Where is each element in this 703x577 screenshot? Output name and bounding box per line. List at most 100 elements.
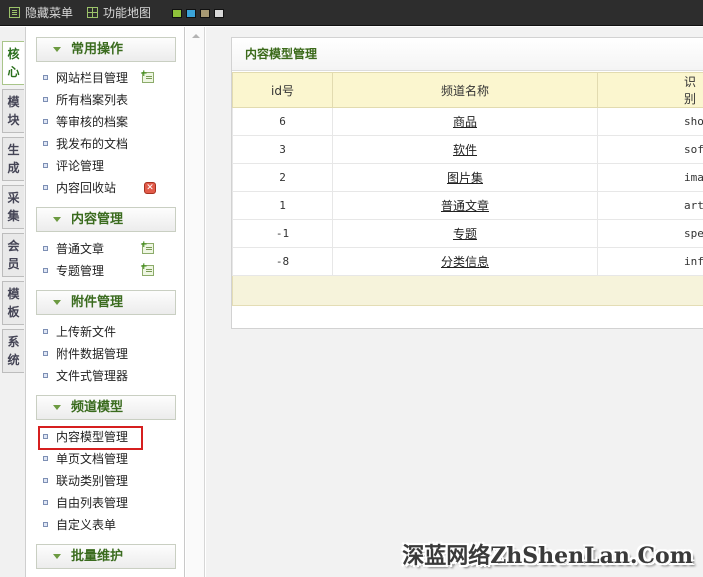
tab-system[interactable]: 系统: [2, 329, 24, 373]
sitemap-icon: [87, 7, 98, 18]
panel-title: 内容模型管理: [232, 38, 703, 71]
cell-channel-name: 普通文章: [332, 191, 598, 220]
cell-id: 3: [232, 135, 333, 164]
column-header-identifier: 识别: [597, 72, 703, 108]
column-header-id: id号: [232, 72, 333, 108]
section-channel-models[interactable]: 频道模型: [36, 395, 176, 420]
add-document-icon[interactable]: [140, 70, 154, 83]
theme-swatch-blue[interactable]: [186, 9, 196, 18]
cell-id: 2: [232, 163, 333, 192]
cell-channel-name: 图片集: [332, 163, 598, 192]
tab-collect[interactable]: 采集: [2, 185, 24, 229]
menu-item-pending-archives[interactable]: 等审核的档案: [43, 112, 128, 132]
tab-modules[interactable]: 模块: [2, 89, 24, 133]
bullet-icon: [43, 163, 48, 168]
chevron-down-icon: [53, 217, 61, 222]
cell-identifier: image: [597, 163, 703, 192]
tab-core[interactable]: 核心: [2, 41, 24, 85]
tab-members[interactable]: 会员: [2, 233, 24, 277]
menu-item-upload-file[interactable]: 上传新文件: [43, 322, 116, 342]
menu-item-articles[interactable]: 普通文章: [43, 239, 104, 259]
cell-id: -8: [232, 247, 333, 276]
table-footer-row: [232, 275, 703, 306]
theme-swatch-green[interactable]: [172, 9, 182, 18]
table-row: 6 商品 shop: [232, 107, 703, 136]
section-attachments[interactable]: 附件管理: [36, 290, 176, 315]
frame-splitter[interactable]: [186, 27, 205, 577]
menu-item-label: 我发布的文档: [56, 137, 129, 151]
cell-identifier: info: [597, 247, 703, 276]
section-common-ops[interactable]: 常用操作: [36, 37, 176, 62]
menu-item-label: 自由列表管理: [56, 496, 129, 510]
menu-item-attachment-data[interactable]: 附件数据管理: [43, 344, 128, 364]
sitemap-label: 功能地图: [103, 6, 152, 20]
cell-channel-name: 软件: [332, 135, 598, 164]
hide-menu-icon: [9, 7, 20, 18]
column-header-channel-name: 频道名称: [332, 72, 598, 108]
menu-item-comments[interactable]: 评论管理: [43, 156, 104, 176]
tab-templates[interactable]: 模板: [2, 281, 24, 325]
menu-item-file-manager[interactable]: 文件式管理器: [43, 366, 128, 386]
bullet-icon: [43, 351, 48, 356]
chevron-down-icon: [53, 405, 61, 410]
channel-name-link[interactable]: 分类信息: [441, 255, 489, 269]
empty-recycle-icon[interactable]: ✕: [144, 182, 156, 194]
cell-identifier: spec: [597, 219, 703, 248]
menu-item-specials[interactable]: 专题管理: [43, 261, 104, 281]
chevron-down-icon: [53, 47, 61, 52]
menu-item-single-pages[interactable]: 单页文档管理: [43, 449, 128, 469]
table-footer: [232, 275, 703, 306]
watermark: 深蓝网络ZhShenLan.Com: [402, 543, 693, 569]
sidebar-menu: 常用操作 网站栏目管理 所有档案列表 等审核的档案 我发布的文档 评论管理 内容…: [27, 27, 185, 577]
theme-swatch-gray[interactable]: [214, 9, 224, 18]
menu-item-label: 附件数据管理: [56, 347, 129, 361]
menu-item-label: 内容回收站: [56, 181, 117, 195]
chevron-down-icon: [53, 300, 61, 305]
theme-swatch-brown[interactable]: [200, 9, 210, 18]
section-title: 常用操作: [71, 42, 124, 57]
cell-identifier: soft: [597, 135, 703, 164]
channel-name-link[interactable]: 专题: [453, 227, 477, 241]
menu-item-my-documents[interactable]: 我发布的文档: [43, 134, 128, 154]
menu-item-free-lists[interactable]: 自由列表管理: [43, 493, 128, 513]
bullet-icon: [43, 373, 48, 378]
menu-item-label: 网站栏目管理: [56, 71, 129, 85]
channel-name-link[interactable]: 商品: [453, 115, 477, 129]
bullet-icon: [43, 119, 48, 124]
menu-item-label: 评论管理: [56, 159, 105, 173]
menu-item-label: 上传新文件: [56, 325, 117, 339]
menu-item-recycle-bin[interactable]: 内容回收站: [43, 178, 116, 198]
top-toolbar: 隐藏菜单 功能地图: [0, 0, 703, 26]
selected-item-highlight: [38, 426, 143, 450]
bullet-icon: [43, 456, 48, 461]
collapse-arrow-icon[interactable]: [192, 34, 200, 38]
menu-item-label: 文件式管理器: [56, 369, 129, 383]
content-models-panel: 内容模型管理 id号 频道名称 识别 6 商品 shop 3 软件: [231, 37, 703, 329]
menu-item-custom-forms[interactable]: 自定义表单: [43, 515, 116, 535]
menu-item-site-columns[interactable]: 网站栏目管理: [43, 68, 128, 88]
sitemap-button[interactable]: 功能地图: [87, 0, 151, 26]
add-special-icon[interactable]: [140, 263, 154, 276]
bullet-icon: [43, 478, 48, 483]
hide-menu-label: 隐藏菜单: [25, 6, 74, 20]
section-batch-maintenance[interactable]: 批量维护: [36, 544, 176, 569]
channel-name-link[interactable]: 软件: [453, 143, 477, 157]
menu-item-all-archives[interactable]: 所有档案列表: [43, 90, 128, 110]
menu-item-linked-categories[interactable]: 联动类别管理: [43, 471, 128, 491]
section-content-manage[interactable]: 内容管理: [36, 207, 176, 232]
hide-menu-button[interactable]: 隐藏菜单: [9, 0, 73, 26]
table-row: -1 专题 spec: [232, 219, 703, 248]
section-title: 附件管理: [71, 295, 124, 310]
menu-item-label: 联动类别管理: [56, 474, 129, 488]
add-article-icon[interactable]: [140, 241, 154, 254]
channel-name-link[interactable]: 图片集: [447, 171, 483, 185]
section-title: 批量维护: [71, 549, 124, 564]
bullet-icon: [43, 500, 48, 505]
channel-name-link[interactable]: 普通文章: [441, 199, 489, 213]
menu-item-label: 所有档案列表: [56, 93, 129, 107]
tab-generate[interactable]: 生成: [2, 137, 24, 181]
bullet-icon: [43, 268, 48, 273]
table-row: 3 软件 soft: [232, 135, 703, 164]
bullet-icon: [43, 185, 48, 190]
cell-channel-name: 商品: [332, 107, 598, 136]
